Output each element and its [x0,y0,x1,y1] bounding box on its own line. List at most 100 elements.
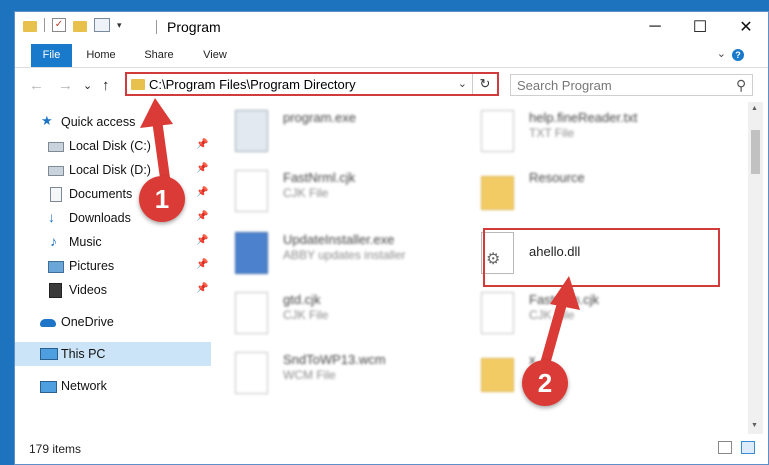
nav-item-local-disk-c[interactable]: Local Disk (C:) 📌 [15,134,211,158]
file-type: WCM File [283,368,336,382]
file-item[interactable]: x... [459,348,699,402]
minimize-button[interactable]: ─ [632,12,678,42]
nav-item-label: Local Disk (D:) [69,163,151,177]
file-item[interactable]: gtd.cjk CJK File [213,288,453,342]
nav-item-label: OneDrive [61,315,114,329]
search-icon[interactable]: ⚲ [736,77,746,94]
close-button[interactable]: ✕ [723,12,768,42]
file-name: Fastr...m.cjk [529,292,600,307]
exe-icon [235,110,268,152]
file-name: gtd.cjk [283,292,321,307]
drive-icon [48,166,64,176]
back-button[interactable]: ← [29,77,44,94]
search-input[interactable] [517,77,717,93]
address-dropdown-icon[interactable]: ⌄ [458,77,467,90]
pin-icon[interactable]: 📌 [196,259,208,270]
folder-icon [481,176,514,210]
file-type: CJK File [529,308,575,322]
file-type: CJK File [283,186,329,200]
file-item[interactable]: program.exe [213,106,453,160]
status-bar: 179 items [15,434,768,464]
folder-icon [131,79,145,90]
pin-icon[interactable]: 📌 [196,211,208,222]
nav-item-label: Music [69,235,102,249]
nav-item-onedrive[interactable]: OneDrive [15,310,211,334]
maximize-button[interactable]: ☐ [677,12,723,42]
nav-item-label: Network [61,379,107,393]
address-bar[interactable]: C:\Program Files\Program Directory ⌄ ↻ [125,72,499,96]
file-item[interactable]: Resource [459,166,699,220]
file-name: help.fineReader.txt [529,110,638,125]
file-name: program.exe [283,110,356,125]
properties-icon[interactable] [94,18,110,32]
properties-check-icon[interactable]: ✓ [52,18,66,32]
download-icon: ↓ [48,209,55,225]
nav-item-videos[interactable]: Videos 📌 [15,278,211,302]
file-item[interactable]: UpdateInstaller.exe ABBY updates install… [213,228,453,282]
pin-icon[interactable]: 📌 [196,235,208,246]
file-item[interactable]: help.fineReader.txt TXT File [459,106,699,160]
picture-icon [48,261,64,273]
help-icon[interactable]: ? [732,49,744,61]
forward-button[interactable]: → [58,77,73,94]
file-icon [235,292,268,334]
nav-item-quick-access[interactable]: ★ Quick access [15,110,211,134]
file-icon [481,292,514,334]
large-icons-view-icon[interactable] [741,441,755,454]
file-item[interactable]: FastNrml.cjk CJK File [213,166,453,220]
nav-item-label: Videos [69,283,107,297]
scroll-up-icon[interactable]: ▲ [751,105,758,112]
tab-file[interactable]: File [31,44,72,67]
nav-item-pictures[interactable]: Pictures 📌 [15,254,211,278]
folder-icon[interactable] [23,20,37,32]
text-file-icon [481,110,514,152]
file-type: TXT File [529,126,575,140]
cloud-icon [40,319,56,327]
nav-item-network[interactable]: Network [15,374,211,398]
address-path[interactable]: C:\Program Files\Program Directory [149,77,356,92]
recent-locations-button[interactable]: ⌄ [83,79,92,92]
vertical-scrollbar[interactable]: ▲ ▼ [748,102,763,434]
nav-item-label: Quick access [61,115,136,129]
file-type: ABBY updates installer [283,248,406,262]
file-icon [235,170,268,212]
up-button[interactable]: ↑ [102,77,110,94]
scrollbar-thumb[interactable] [751,130,760,174]
nav-item-label: Local Disk (C:) [69,139,151,153]
pin-icon[interactable]: 📌 [196,283,208,294]
scroll-down-icon[interactable]: ▼ [751,422,758,429]
nav-item-this-pc[interactable]: This PC [15,342,211,366]
file-item[interactable]: SndToWP13.wcm WCM File [213,348,453,402]
computer-icon [40,348,58,360]
quick-access-toolbar: ✓ ▾ [23,18,122,32]
search-box[interactable]: ⚲ [510,74,753,96]
music-icon: ♪ [50,233,57,249]
star-icon: ★ [41,113,53,128]
ribbon-tabs: File Home Share View ⌄ ? [15,44,768,68]
ribbon-expand-icon[interactable]: ⌄ [717,47,726,60]
installer-icon [235,232,268,274]
network-icon [40,381,57,393]
title-separator [156,20,157,34]
step-marker-2: 2 [522,360,568,406]
nav-item-label: Documents [69,187,133,201]
nav-item-local-disk-d[interactable]: Local Disk (D:) 📌 [15,158,211,182]
highlight-box [483,228,720,287]
tab-view[interactable]: View [195,44,235,67]
tab-share[interactable]: Share [137,44,181,67]
tab-home[interactable]: Home [79,44,123,67]
details-view-icon[interactable] [718,441,732,454]
pin-icon[interactable]: 📌 [196,163,208,174]
pin-icon[interactable]: 📌 [196,187,208,198]
pin-icon[interactable]: 📌 [196,139,208,150]
drive-icon [48,142,64,152]
customize-toolbar-dropdown[interactable]: ▾ [117,20,122,31]
nav-item-music[interactable]: ♪ Music 📌 [15,230,211,254]
file-icon [235,352,268,394]
refresh-button[interactable]: ↻ [472,74,497,94]
nav-item-label: Pictures [69,259,115,273]
file-item[interactable]: Fastr...m.cjk CJK File [459,288,699,342]
window-title: Program [167,19,221,35]
new-folder-icon[interactable] [73,20,87,32]
step-marker-1: 1 [139,176,185,222]
